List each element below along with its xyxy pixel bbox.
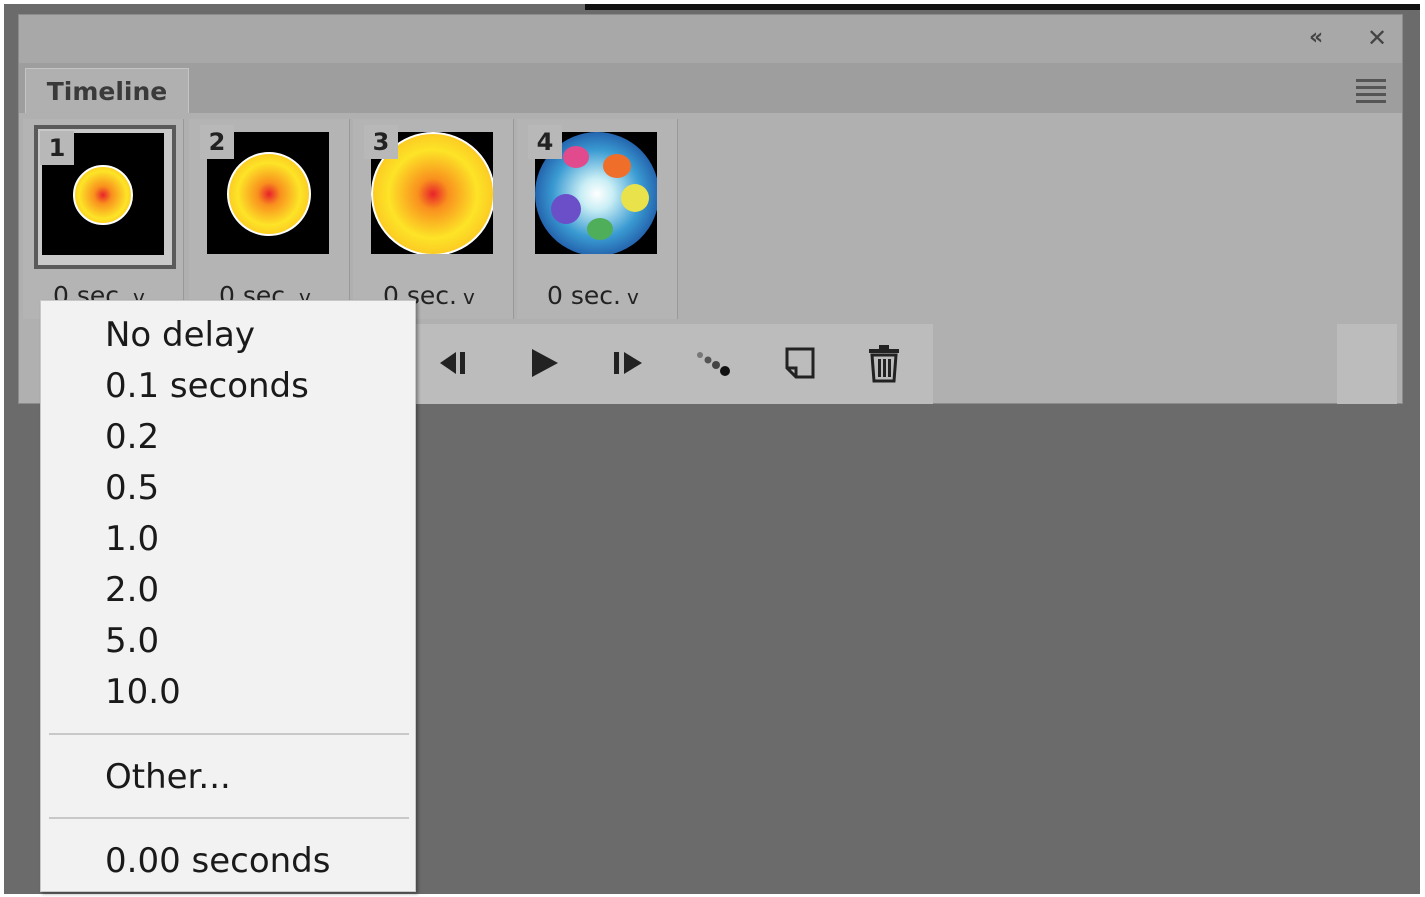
tween-icon[interactable] — [689, 338, 739, 388]
frame-number: 2 — [200, 125, 234, 159]
menu-item-current-delay[interactable]: 0.00 seconds — [105, 839, 330, 883]
menu-divider — [49, 733, 409, 735]
frame-thumbnail-border: 2 — [200, 125, 342, 269]
pink-flower-icon — [563, 146, 589, 168]
chevron-down-icon: v — [462, 285, 475, 309]
delay-menu: No delay 0.1 seconds 0.2 0.5 1.0 2.0 5.0… — [40, 300, 416, 892]
frame-delay-label: 0 sec. — [547, 281, 621, 310]
medium-circle-graphic — [227, 152, 311, 236]
orange-flower-icon — [603, 154, 631, 178]
frame-number: 1 — [40, 131, 74, 165]
frame-number: 3 — [364, 125, 398, 159]
frame-4[interactable]: 4 0 sec. v — [517, 119, 678, 319]
purple-flower-icon — [551, 194, 581, 224]
select-previous-frame-icon[interactable] — [429, 338, 479, 388]
duplicate-frame-icon[interactable] — [775, 338, 825, 388]
double-chevron-left-icon[interactable]: ‹‹ — [1309, 25, 1323, 51]
menu-item-5-0[interactable]: 5.0 — [105, 619, 159, 663]
select-next-frame-icon[interactable] — [603, 338, 653, 388]
top-border — [585, 4, 1420, 10]
frame-1[interactable]: 1 0 sec. v — [23, 119, 184, 319]
frame-number: 4 — [528, 125, 562, 159]
small-circle-graphic — [73, 165, 133, 225]
frame-2[interactable]: 2 0 sec. v — [189, 119, 350, 319]
close-icon[interactable]: ✕ — [1367, 25, 1387, 51]
delete-frame-icon[interactable] — [859, 338, 909, 388]
frame-thumbnail-border: 4 — [528, 125, 670, 269]
menu-item-other[interactable]: Other... — [105, 755, 231, 799]
menu-divider — [49, 817, 409, 819]
frame-thumbnail-border: 1 — [34, 125, 176, 269]
green-leaf-icon — [587, 218, 613, 240]
frame-strip: 1 0 sec. v 2 0 sec. v 3 0 sec. v 4 0 sec… — [19, 113, 1402, 323]
menu-item-1-0[interactable]: 1.0 — [105, 517, 159, 561]
controls-spacer — [1337, 324, 1397, 404]
menu-item-2-0[interactable]: 2.0 — [105, 568, 159, 612]
panel-menu-icon[interactable] — [1356, 79, 1386, 107]
frame-delay-dropdown[interactable]: 0 sec. v — [547, 281, 687, 310]
frame-3[interactable]: 3 0 sec. v — [353, 119, 514, 319]
playback-controls — [413, 324, 933, 404]
tab-timeline[interactable]: Timeline — [25, 68, 189, 113]
panel-titlebar: ‹‹ ✕ — [19, 15, 1402, 63]
menu-item-0-1-seconds[interactable]: 0.1 seconds — [105, 364, 309, 408]
menu-item-10-0[interactable]: 10.0 — [105, 670, 181, 714]
tab-row: Timeline — [19, 63, 1402, 113]
menu-item-no-delay[interactable]: No delay — [105, 313, 255, 357]
menu-item-0-5[interactable]: 0.5 — [105, 466, 159, 510]
frame-thumbnail-border: 3 — [364, 125, 506, 269]
yellow-flower-icon — [621, 184, 649, 212]
play-icon[interactable] — [519, 338, 569, 388]
menu-item-0-2[interactable]: 0.2 — [105, 415, 159, 459]
chevron-down-icon: v — [626, 285, 639, 309]
